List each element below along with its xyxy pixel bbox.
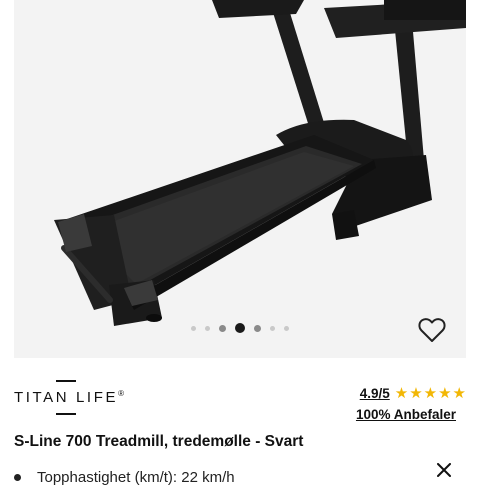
recommend-link[interactable]: 100% Anbefaler [356,407,456,422]
close-button[interactable] [434,460,454,480]
rating-value[interactable]: 4.9/5 [360,386,390,401]
close-icon [437,463,451,477]
star-icon: ★ [452,385,466,402]
brand-name: TITAN LIFE® [14,389,124,406]
star-icon: ★ [423,385,438,402]
gallery-pagination [14,321,466,335]
gallery-dot[interactable] [191,325,196,331]
gallery-dot[interactable] [205,325,210,331]
gallery-dot[interactable] [270,325,275,331]
gallery-dot-active[interactable] [235,323,245,333]
brand-logo-bar [56,380,76,382]
star-icon: ★ [409,385,423,402]
star-icon: ★ [394,385,409,402]
gallery-dot[interactable] [284,325,289,331]
gallery-dot[interactable] [254,324,261,332]
gallery-dot[interactable] [219,324,226,332]
spec-text: Topphastighet (km/t): 22 km/h [37,469,235,486]
product-photo [54,0,466,326]
rating-stars: ★ ★ ★ ★ ★ [395,386,466,401]
product-title: S-Line 700 Treadmill, tredemølle - Svart [14,433,304,450]
heart-outline-icon [418,318,446,342]
brand-logo[interactable]: TITAN LIFE® [14,380,124,416]
favorite-button[interactable] [417,315,447,345]
star-icon: ★ [438,385,452,402]
rating-summary[interactable]: 4.9/5 ★ ★ ★ ★ ★ [360,386,466,401]
brand-logo-bar [56,413,76,415]
spec-item: Topphastighet (km/t): 22 km/h [14,469,235,486]
product-image-gallery[interactable] [14,0,466,358]
